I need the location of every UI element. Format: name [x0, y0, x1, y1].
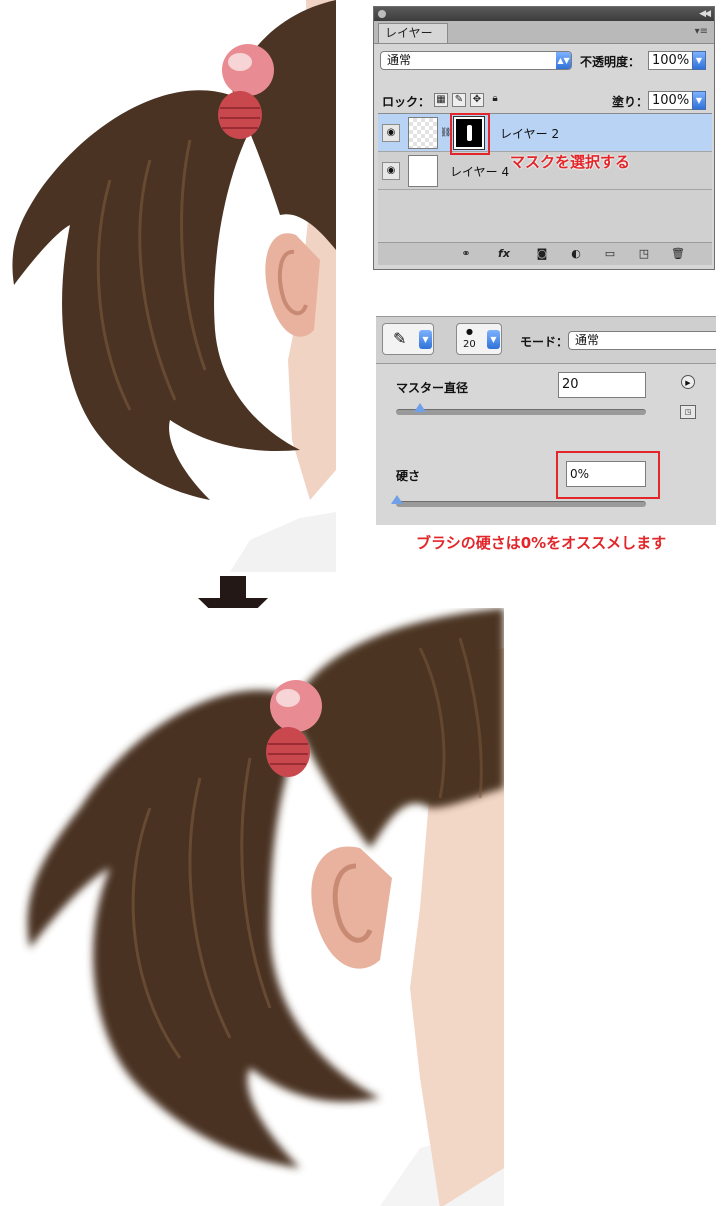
lock-all-icon[interactable]: 🔒︎: [488, 93, 502, 107]
hardness-label: 硬さ: [396, 469, 421, 483]
hardness-annotation: ブラシの硬さは0%をオススメします: [416, 534, 667, 552]
brush-preset-button[interactable]: ● 20 ▼: [456, 323, 502, 355]
flyout-menu-icon[interactable]: ▶: [681, 375, 695, 389]
hardness-highlight-box: [556, 451, 660, 499]
lock-position-icon[interactable]: ✥: [470, 93, 484, 107]
panel-menu-icon[interactable]: ▾≡: [695, 26, 708, 37]
collapse-icon[interactable]: ◀◀: [699, 7, 711, 21]
chevron-down-icon: ▼: [487, 330, 500, 349]
brush-size-preview: 20: [463, 339, 476, 350]
trash-icon[interactable]: 🗑︎: [670, 246, 686, 262]
layers-list: ◉ ⛓ レイヤー 2 ◉ レイヤー 4: [378, 113, 712, 250]
opacity-value: 100%: [652, 53, 690, 68]
brush-tool-button[interactable]: ✎ ▼: [382, 323, 434, 355]
master-diameter-label: マスター直径: [396, 381, 469, 395]
master-diameter-value: 20: [562, 377, 579, 392]
eye-icon[interactable]: ◉: [382, 162, 400, 180]
fx-icon[interactable]: fx: [496, 246, 512, 262]
chevron-down-icon[interactable]: ▼: [692, 91, 706, 110]
chain-link-icon[interactable]: ⚭: [458, 246, 474, 262]
panel-footer: ⚭ fx ◙ ◐ ▭ ◳ 🗑︎: [378, 242, 712, 265]
master-diameter-input[interactable]: 20: [558, 372, 646, 398]
brush-tip-icon: ●: [466, 327, 473, 336]
folder-icon[interactable]: ▭: [602, 246, 618, 262]
adjustment-icon[interactable]: ◐: [568, 246, 584, 262]
mask-icon[interactable]: ◙: [534, 246, 550, 262]
chevron-updown-icon: ▲▼: [556, 52, 571, 69]
new-preset-icon[interactable]: ◳: [680, 405, 696, 419]
opacity-field[interactable]: 100% ▼: [648, 51, 706, 70]
panel-titlebar[interactable]: ◀◀: [374, 7, 714, 21]
photo-after: [0, 608, 504, 1206]
brush-mode-value: 通常: [575, 333, 600, 347]
layer-name[interactable]: レイヤー 2: [500, 125, 559, 142]
new-layer-icon[interactable]: ◳: [636, 246, 652, 262]
fill-value: 100%: [652, 93, 690, 108]
panel-tabbar: レイヤー ▾≡: [374, 21, 714, 44]
layer-thumbnail[interactable]: [408, 155, 438, 187]
hardness-slider-thumb[interactable]: [391, 495, 403, 504]
fill-label: 塗り：: [612, 95, 649, 109]
brush-toolbar: ✎ ▼ ● 20 ▼ モード： 通常: [376, 317, 716, 364]
chevron-down-icon: ▼: [419, 330, 432, 349]
lock-pixels-icon[interactable]: ✎: [452, 93, 466, 107]
close-icon[interactable]: [378, 10, 386, 18]
photo-before: [0, 0, 336, 572]
layers-panel: ◀◀ レイヤー ▾≡ 通常 ▲▼ 不透明度： 100% ▼ ロック： ▦ ✎ ✥…: [373, 6, 715, 270]
lock-transparency-icon[interactable]: ▦: [434, 93, 448, 107]
chevron-down-icon[interactable]: ▼: [692, 51, 706, 70]
lock-label: ロック：: [382, 95, 431, 109]
hardness-slider[interactable]: [396, 501, 646, 507]
layer-row-2[interactable]: ◉ ⛓ レイヤー 2: [378, 113, 712, 155]
tab-layers[interactable]: レイヤー: [378, 23, 448, 43]
eye-icon[interactable]: ◉: [382, 124, 400, 142]
master-diameter-slider[interactable]: [396, 409, 646, 415]
opacity-label: 不透明度：: [580, 55, 641, 69]
fill-field[interactable]: 100% ▼: [648, 91, 706, 110]
layer-name[interactable]: レイヤー 4: [450, 163, 509, 180]
master-diameter-slider-thumb[interactable]: [414, 403, 426, 412]
brush-mode-select[interactable]: 通常: [568, 331, 716, 350]
blend-mode-value: 通常: [387, 53, 412, 67]
mode-label: モード：: [520, 335, 569, 349]
blend-mode-select[interactable]: 通常 ▲▼: [380, 51, 572, 70]
layer-thumbnail[interactable]: [408, 117, 438, 149]
mask-annotation: マスクを選択する: [510, 153, 631, 171]
mask-highlight-box: [450, 113, 490, 155]
brush-icon: ✎: [393, 329, 407, 348]
brush-options-panel: ✎ ▼ ● 20 ▼ モード： 通常 マスター直径 20 ▶ ◳ 硬さ 0%: [376, 316, 716, 525]
